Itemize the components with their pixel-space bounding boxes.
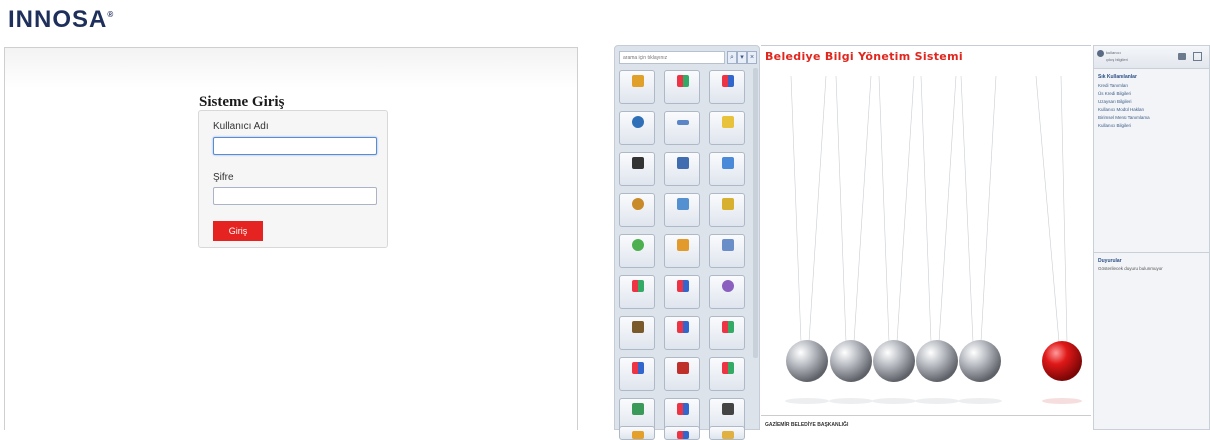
- grid-icon: [722, 75, 734, 87]
- logo-text: INNOSA: [8, 6, 108, 33]
- grid-icon: [722, 362, 734, 374]
- module-tile[interactable]: [664, 275, 700, 309]
- panel-divider: [1094, 252, 1209, 253]
- module-tile[interactable]: [709, 316, 745, 350]
- login-title: Sisteme Giriş: [199, 94, 285, 110]
- calculator-icon: [722, 403, 734, 415]
- monitor-icon: [632, 403, 644, 415]
- favorite-link[interactable]: Kullanıcı Modül Hakları: [1098, 107, 1144, 112]
- filter-icon[interactable]: ▾: [737, 51, 747, 64]
- favorite-link[interactable]: Kullanıcı Bilgileri: [1098, 123, 1131, 128]
- module-tile[interactable]: [664, 70, 700, 104]
- broom-icon: [722, 116, 734, 128]
- login-panel: Sisteme Giriş Kullanıcı Adı Şifre Giriş: [4, 47, 578, 430]
- wrench-icon: [632, 198, 644, 210]
- tools-icon: [722, 431, 734, 439]
- module-tile[interactable]: [709, 357, 745, 391]
- module-tile[interactable]: [664, 193, 700, 227]
- module-tile[interactable]: [619, 275, 655, 309]
- module-tile[interactable]: [709, 111, 745, 145]
- module-tile[interactable]: [664, 111, 700, 145]
- module-tile[interactable]: [709, 234, 745, 268]
- search-icon[interactable]: ⌕: [727, 51, 737, 64]
- module-tile[interactable]: [619, 193, 655, 227]
- ring-icon: [632, 239, 644, 251]
- newtons-cradle-illustration: [785, 75, 1082, 404]
- grid-icon: [632, 280, 644, 292]
- sidebar-scrollbar[interactable]: [753, 68, 758, 358]
- home-icon: [632, 431, 644, 439]
- module-tile[interactable]: [664, 152, 700, 186]
- pen-icon: [677, 120, 689, 125]
- login-button[interactable]: Giriş: [213, 221, 263, 241]
- module-sidebar: ⌕ ▾ ×: [614, 45, 760, 440]
- announcements-text: Gösterilecek duyuru bulunmuyor: [1098, 266, 1163, 271]
- favorite-link[interactable]: Birimsel Menü Tanımlama: [1098, 115, 1150, 120]
- grid-icon: [722, 321, 734, 333]
- id-card-icon: [677, 198, 689, 210]
- module-tile[interactable]: [664, 234, 700, 268]
- user-info: çıkış bilgileri: [1106, 57, 1128, 62]
- username-input[interactable]: [213, 137, 377, 155]
- module-tile[interactable]: [619, 70, 655, 104]
- module-tile[interactable]: [619, 152, 655, 186]
- people-icon: [677, 157, 689, 169]
- grid-icon: [632, 362, 644, 374]
- password-label: Şifre: [213, 172, 234, 183]
- chart-icon: [632, 75, 644, 87]
- grid-icon: [677, 280, 689, 292]
- favorites-title: Sık Kullanılanlar: [1098, 74, 1137, 80]
- module-tile[interactable]: [709, 426, 745, 440]
- innosa-logo: INNOSA®: [8, 6, 114, 34]
- footer-bar: GAZİEMİR BELEDİYE BAŞKANLIĞI: [761, 415, 1091, 431]
- module-tile[interactable]: [619, 357, 655, 391]
- logo-mark: ®: [107, 10, 115, 19]
- tv-icon: [632, 321, 644, 333]
- module-search-input[interactable]: [619, 51, 725, 64]
- grid-icon: [677, 403, 689, 415]
- favorite-link[interactable]: Kredi Tanımları: [1098, 83, 1128, 88]
- module-tile[interactable]: [619, 234, 655, 268]
- user-bar: kullanıcı çıkış bilgileri: [1094, 46, 1209, 69]
- module-search: ⌕ ▾ ×: [619, 51, 757, 64]
- grid-icon: [677, 321, 689, 333]
- announcements-title: Duyurular: [1098, 258, 1122, 264]
- user-icon: [1097, 50, 1104, 57]
- cart-icon: [722, 239, 734, 251]
- module-tile[interactable]: [709, 70, 745, 104]
- module-tile[interactable]: [664, 357, 700, 391]
- module-tile[interactable]: [619, 316, 655, 350]
- module-tile[interactable]: [619, 426, 655, 440]
- app-window: ⌕ ▾ ×: [614, 45, 1210, 440]
- grid-icon: [677, 75, 689, 87]
- right-panel: kullanıcı çıkış bilgileri Sık Kullanılan…: [1093, 45, 1210, 430]
- favorite-link[interactable]: Uzaysarı Bilgileri: [1098, 99, 1132, 104]
- globe-icon: [632, 116, 644, 128]
- login-form: Kullanıcı Adı Şifre Giriş: [198, 110, 388, 248]
- module-tile[interactable]: [709, 193, 745, 227]
- house-icon: [677, 362, 689, 374]
- flower-icon: [722, 280, 734, 292]
- username-label: Kullanıcı Adı: [213, 121, 269, 132]
- grid-icon: [677, 431, 689, 439]
- logout-icon[interactable]: [1193, 52, 1202, 61]
- building-icon: [722, 157, 734, 169]
- user-name: kullanıcı: [1106, 50, 1121, 55]
- hand-icon: [722, 198, 734, 210]
- module-tile[interactable]: [709, 275, 745, 309]
- module-tile[interactable]: [664, 426, 700, 440]
- document-icon: [677, 239, 689, 251]
- municipality-name: GAZİEMİR BELEDİYE BAŞKANLIĞI: [765, 422, 849, 428]
- lock-icon[interactable]: [1178, 53, 1186, 60]
- favorite-link[interactable]: Üs Kredi Bilgileri: [1098, 91, 1131, 96]
- masks-icon: [632, 157, 644, 169]
- main-content: Belediye Bilgi Yönetim Sistemi GAZİEMİR …: [761, 45, 1091, 430]
- module-tile[interactable]: [619, 111, 655, 145]
- module-tile[interactable]: [709, 152, 745, 186]
- module-tile[interactable]: [664, 316, 700, 350]
- password-input[interactable]: [213, 187, 377, 205]
- close-icon[interactable]: ×: [747, 51, 757, 64]
